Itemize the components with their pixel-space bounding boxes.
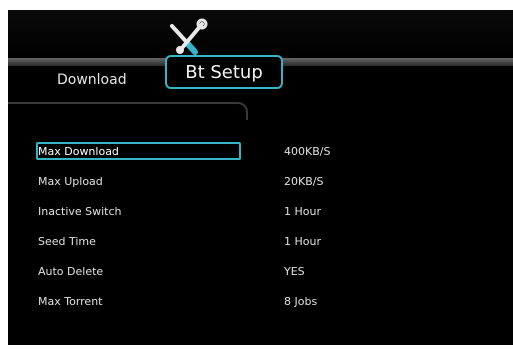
- setting-label: Max Download: [38, 145, 119, 158]
- setting-value: YES: [284, 265, 305, 278]
- setting-row-inactive-switch[interactable]: Inactive Switch 1 Hour: [8, 203, 513, 223]
- tab-download[interactable]: Download: [57, 72, 127, 88]
- setting-label: Inactive Switch: [38, 205, 122, 218]
- setting-row-max-upload[interactable]: Max Upload 20KB/S: [8, 173, 513, 193]
- setting-label: Seed Time: [38, 235, 96, 248]
- settings-screen: Download Bt Setup Max Download 400KB/S M…: [8, 10, 513, 345]
- panel-frame: [8, 102, 248, 120]
- setting-row-max-torrent[interactable]: Max Torrent 8 Jobs: [8, 293, 513, 313]
- setting-value: 400KB/S: [284, 145, 331, 158]
- setting-label: Auto Delete: [38, 265, 104, 278]
- setting-value: 20KB/S: [284, 175, 324, 188]
- setting-label: Max Torrent: [38, 295, 103, 308]
- setting-row-auto-delete[interactable]: Auto Delete YES: [8, 263, 513, 283]
- setting-row-seed-time[interactable]: Seed Time 1 Hour: [8, 233, 513, 253]
- setting-value: 8 Jobs: [284, 295, 318, 308]
- setting-row-max-download[interactable]: Max Download 400KB/S: [8, 142, 513, 163]
- header-band: [8, 10, 513, 56]
- setting-value: 1 Hour: [284, 205, 321, 218]
- tools-icon: [162, 18, 210, 60]
- setting-value: 1 Hour: [284, 235, 321, 248]
- tab-bt-setup[interactable]: Bt Setup: [165, 55, 283, 89]
- setting-label: Max Upload: [38, 175, 103, 188]
